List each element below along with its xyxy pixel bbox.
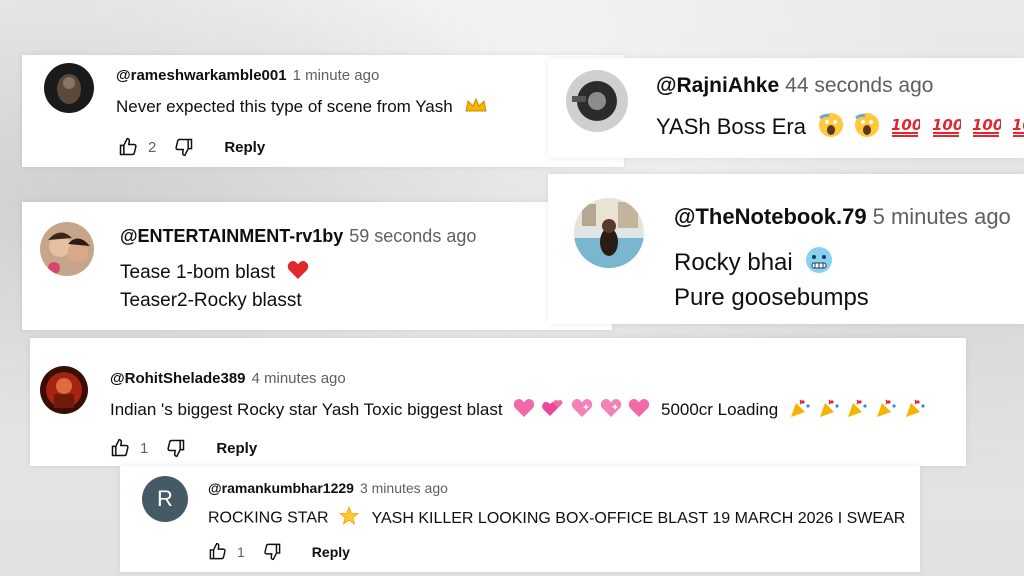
- comment-actions: 1 Reply: [208, 542, 350, 561]
- comment-timestamp[interactable]: 1 minute ago: [293, 67, 380, 84]
- comment-header: @RajniAhke 44 seconds ago: [656, 74, 933, 98]
- like-count: 1: [237, 543, 245, 560]
- comment-text: Indian 's biggest Rocky star Yash Toxic …: [110, 398, 926, 423]
- thumbs-down-icon[interactable]: [263, 542, 282, 561]
- two-hearts-emoji: [542, 398, 564, 423]
- comment-author[interactable]: @RohitShelade389: [110, 370, 246, 387]
- comment-header: @ENTERTAINMENT-rv1by 59 seconds ago: [120, 226, 476, 247]
- comment-author[interactable]: @ENTERTAINMENT-rv1by: [120, 226, 343, 246]
- comment-card-reply: R @ramankumbhar1229 3 minutes ago ROCKING…: [120, 466, 920, 572]
- party-popper-emoji: [818, 398, 840, 423]
- thumbs-down-icon[interactable]: [166, 438, 186, 458]
- comment-header: @RohitShelade389 4 minutes ago: [110, 370, 346, 387]
- avatar[interactable]: R: [142, 476, 188, 522]
- comment-text-second-line: Pure goosebumps: [674, 284, 869, 312]
- comment-timestamp[interactable]: 5 minutes ago: [873, 204, 1011, 229]
- comment-text: Tease 1-bom blast: [120, 260, 309, 286]
- reply-button[interactable]: Reply: [224, 139, 265, 156]
- comment-actions: 2 Reply: [118, 137, 265, 157]
- red-heart-emoji: [287, 260, 309, 286]
- comment-header: @ramankumbhar1229 3 minutes ago: [208, 480, 448, 496]
- comment-text-line: Rocky bhai: [674, 248, 793, 276]
- svg-text:100: 100: [932, 116, 961, 134]
- thumbs-down-icon[interactable]: [174, 137, 194, 157]
- comment-text-line: Never expected this type of scene from Y…: [116, 97, 453, 116]
- screaming-face-emoji: [854, 112, 880, 144]
- comment-card-1: @rameshwarkamble001 1 minute ago Never ex…: [22, 55, 624, 167]
- screaming-face-emoji: [818, 112, 844, 144]
- thumbs-up-icon[interactable]: [110, 438, 130, 458]
- comment-actions: 1 Reply: [110, 438, 257, 458]
- comment-timestamp[interactable]: 3 minutes ago: [360, 480, 448, 496]
- reply-button[interactable]: Reply: [312, 544, 350, 560]
- svg-text:100: 100: [891, 116, 920, 134]
- comment-timestamp[interactable]: 44 seconds ago: [785, 74, 933, 97]
- comment-author[interactable]: @RajniAhke: [656, 74, 779, 97]
- comment-text-line: YASh Boss Era: [656, 113, 806, 139]
- avatar[interactable]: [566, 70, 628, 132]
- hundred-points-emoji: 100: [1011, 112, 1024, 144]
- comment-text: ROCKING STAR YASH KILLER LOOKING BOX-OFF…: [208, 505, 906, 531]
- comment-timestamp[interactable]: 59 seconds ago: [349, 226, 476, 246]
- avatar-letter: R: [157, 486, 173, 511]
- growing-heart-emoji: [628, 398, 650, 423]
- hundred-points-emoji: 100: [971, 112, 1003, 144]
- avatar[interactable]: [40, 222, 94, 276]
- comment-text-part: 5000cr Loading: [660, 399, 779, 419]
- comment-text-second-line: Teaser2-Rocky blasst: [120, 290, 302, 312]
- comment-text: Never expected this type of scene from Y…: [116, 97, 488, 118]
- like-count: 2: [148, 138, 157, 156]
- comment-card-2: @RajniAhke 44 seconds ago YASh Boss Era 1…: [548, 58, 1024, 158]
- svg-text:100: 100: [972, 116, 1001, 134]
- comment-header: @rameshwarkamble001 1 minute ago: [116, 67, 379, 84]
- avatar[interactable]: [44, 63, 94, 113]
- sparkling-heart-emoji: [571, 398, 593, 423]
- sparkling-heart-emoji: [600, 398, 622, 423]
- party-popper-emoji: [875, 398, 897, 423]
- comment-author[interactable]: @rameshwarkamble001: [116, 67, 287, 84]
- party-popper-emoji: [846, 398, 868, 423]
- crown-emoji: [465, 97, 488, 118]
- comment-text-line: Pure goosebumps: [674, 284, 869, 311]
- comment-card-4: @TheNotebook.79 5 minutes ago Rocky bhai …: [548, 174, 1024, 324]
- svg-text:100: 100: [1012, 116, 1024, 134]
- hundred-points-emoji: 100: [931, 112, 963, 144]
- comment-author[interactable]: @TheNotebook.79: [674, 204, 867, 229]
- comment-header: @TheNotebook.79 5 minutes ago: [674, 204, 1011, 230]
- party-popper-emoji: [904, 398, 926, 423]
- comment-text: YASh Boss Era 100 100 100 100: [656, 112, 1024, 144]
- comment-author[interactable]: @ramankumbhar1229: [208, 480, 354, 496]
- avatar[interactable]: [574, 198, 644, 268]
- comment-text-line: Teaser2-Rocky blasst: [120, 290, 302, 311]
- like-count: 1: [140, 439, 149, 457]
- comment-text-part: ROCKING STAR: [208, 509, 329, 527]
- hundred-points-emoji: 100: [890, 112, 923, 144]
- comment-text-line: Tease 1-bom blast: [120, 262, 276, 284]
- growing-heart-emoji: [513, 398, 535, 423]
- party-popper-emoji: [789, 398, 811, 423]
- comment-text-part: Indian 's biggest Rocky star Yash Toxic …: [110, 399, 503, 419]
- thumbs-up-icon[interactable]: [208, 542, 227, 561]
- comment-timestamp[interactable]: 4 minutes ago: [252, 370, 346, 387]
- comment-card-5: @RohitShelade389 4 minutes ago Indian 's …: [30, 338, 966, 466]
- glowing-star-emoji: [338, 505, 360, 531]
- comment-card-3: @ENTERTAINMENT-rv1by 59 seconds ago Tease…: [22, 202, 612, 330]
- cold-face-emoji: [805, 246, 833, 281]
- avatar[interactable]: [40, 366, 88, 414]
- comment-text: Rocky bhai: [674, 246, 833, 281]
- comment-text-part: YASH KILLER LOOKING BOX-OFFICE BLAST 19 …: [371, 509, 906, 527]
- thumbs-up-icon[interactable]: [118, 137, 138, 157]
- reply-button[interactable]: Reply: [216, 440, 257, 457]
